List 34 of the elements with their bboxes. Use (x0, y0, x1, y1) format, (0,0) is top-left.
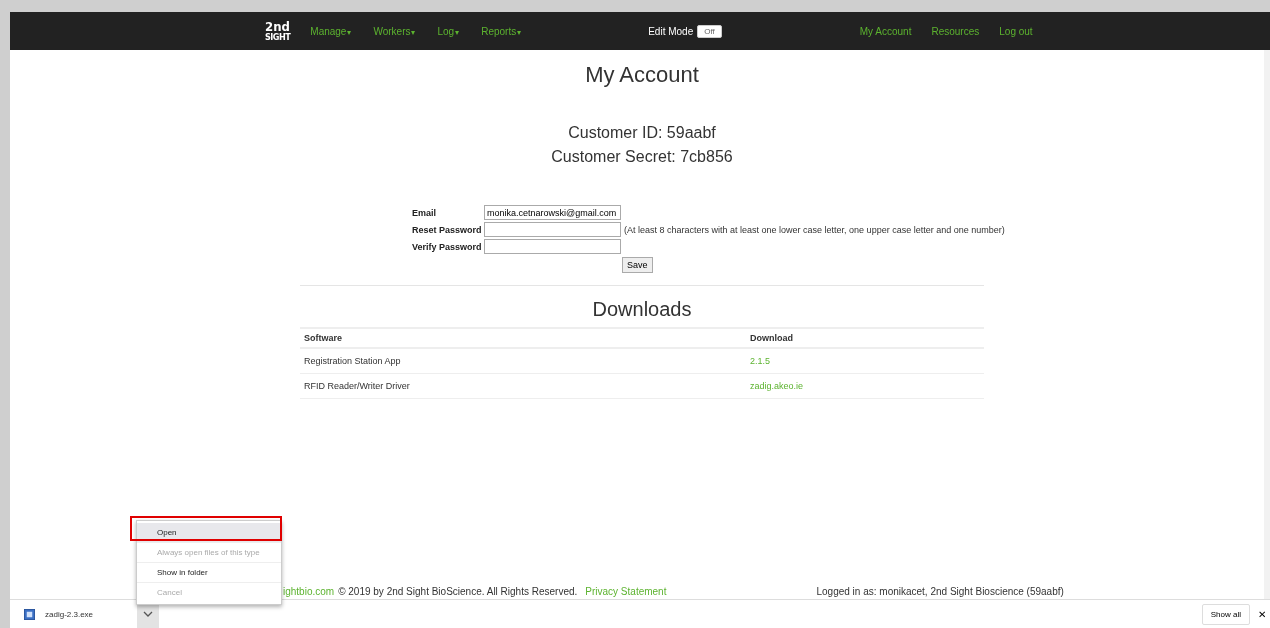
section-heading: Downloads (592, 298, 692, 321)
nav-menu[interactable]: Workers▾ (373, 25, 416, 37)
copyright-text: © 2019 by 2nd Sight BioScience. All Rights Reserved. (338, 586, 578, 597)
nav-menu[interactable]: Manage▾ (310, 25, 352, 37)
column-header: Software (300, 328, 746, 348)
show-all-button[interactable]: Show all (1201, 603, 1250, 625)
nav-link[interactable]: Resources (931, 25, 980, 37)
download-filename[interactable]: zadig-2.3.exe (45, 609, 137, 619)
menu-item[interactable]: Show in folder (137, 562, 281, 582)
column-header: Download (746, 328, 984, 348)
edit-mode-toggle[interactable]: Off (697, 24, 722, 38)
close-button[interactable]: ✕ (1256, 608, 1268, 620)
field-label: Reset Password (412, 224, 483, 235)
input-field[interactable]: monika.cetnarowski@gmail.com (484, 205, 621, 220)
nav-menu[interactable]: Log▾ (437, 25, 460, 37)
password-hint: (At least 8 characters with at least one lower case letter, one upper case letter and one number) (624, 224, 1005, 235)
chevron-down-icon (143, 611, 153, 617)
table-cell: Registration Station App (300, 348, 746, 374)
field-label: Verify Password (412, 241, 483, 252)
page-title: My Account (585, 62, 699, 88)
logged-in-text: Logged in as: monikacet, 2nd Sight Bioscience (59aabf) (816, 586, 1064, 597)
logo[interactable]: 2nd SIGHT (265, 20, 291, 42)
save-button[interactable]: Save (622, 257, 653, 273)
nav-link[interactable]: My Account (859, 25, 912, 37)
file-icon (24, 608, 35, 620)
field-label: Email (412, 207, 437, 218)
nav-menu[interactable]: Reports▾ (481, 25, 522, 37)
customer-info: Customer Secret: 7cb856 (551, 148, 733, 166)
table-cell: RFID Reader/Writer Driver (300, 373, 746, 399)
input-field[interactable] (484, 239, 621, 254)
customer-info: Customer ID: 59aabf (568, 124, 716, 142)
input-field[interactable] (484, 222, 621, 237)
edit-mode-label: Edit Mode (648, 25, 694, 37)
nav-link[interactable]: Log out (999, 25, 1033, 37)
